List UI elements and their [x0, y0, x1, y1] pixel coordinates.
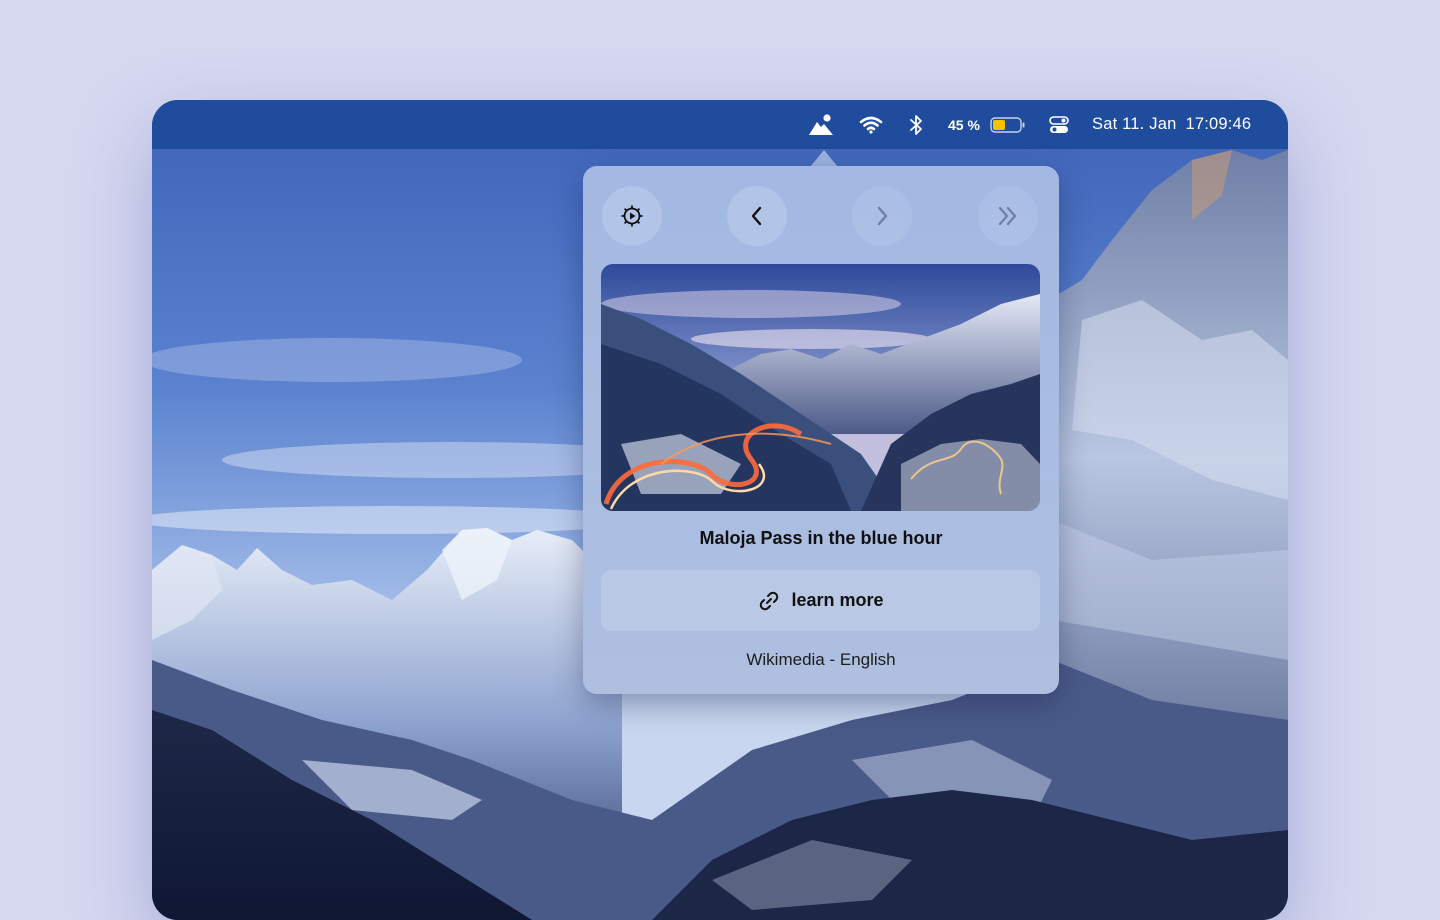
chevron-left-icon	[751, 206, 762, 226]
menubar-time: 17:09:46	[1185, 115, 1252, 133]
wallpaper-preview-image[interactable]	[601, 264, 1040, 511]
learn-more-label: learn more	[791, 590, 884, 610]
photo-title: Maloja Pass in the blue hour	[699, 528, 943, 548]
menu-bar: 45 % Sat 11. Jan 17:09:46	[152, 100, 1288, 149]
settings-button[interactable]	[602, 186, 662, 246]
learn-more-button[interactable]: learn more	[601, 570, 1040, 631]
previous-button[interactable]	[727, 186, 787, 246]
control-center-icon[interactable]	[1048, 100, 1070, 149]
next-button[interactable]	[852, 186, 912, 246]
menubar-clock[interactable]: Sat 11. Jan 17:09:46	[1092, 100, 1251, 149]
battery-icon[interactable]	[990, 100, 1026, 149]
bluetooth-icon[interactable]	[908, 100, 924, 149]
battery-percent-label: 45 %	[948, 116, 980, 133]
settings-icon	[621, 205, 643, 227]
battery-percent: 45 %	[948, 100, 980, 149]
wifi-icon[interactable]	[858, 100, 884, 149]
chevron-double-right-icon	[998, 206, 1017, 226]
popover-arrow	[810, 150, 838, 167]
menubar-date: Sat 11. Jan	[1092, 115, 1177, 133]
source-label: Wikimedia - English	[746, 650, 896, 669]
battery-fill	[993, 119, 1005, 130]
chevron-right-icon	[877, 206, 888, 226]
latest-button[interactable]	[978, 186, 1038, 246]
mountain-app-icon[interactable]	[808, 100, 834, 149]
link-icon	[760, 591, 779, 610]
wallpaper-popover: Maloja Pass in the blue hour learn more …	[583, 166, 1059, 694]
